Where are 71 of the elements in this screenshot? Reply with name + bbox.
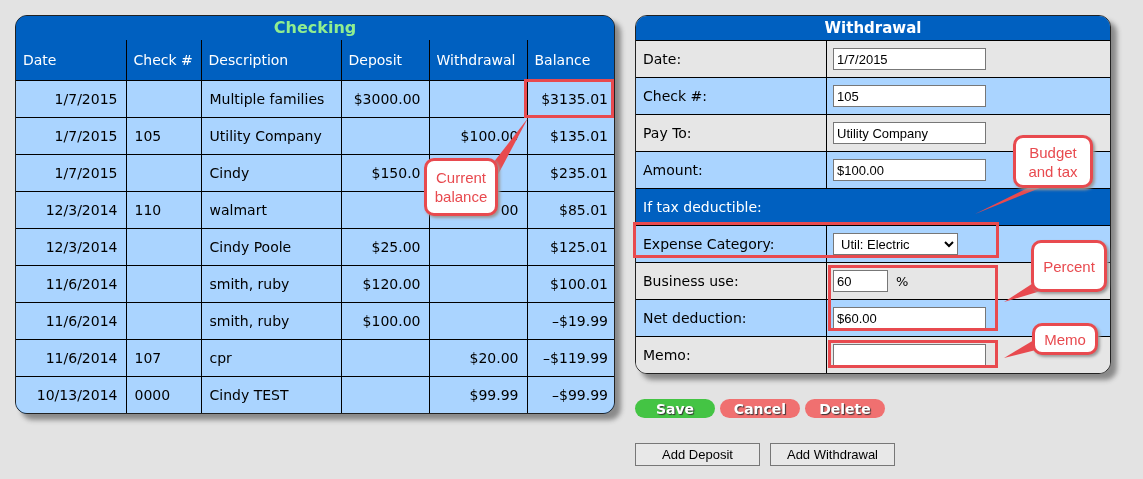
table-cell: $20.00: [469, 350, 519, 366]
input-field[interactable]: 1/7/2015: [833, 48, 986, 70]
table-cell: 11/6/2014: [45, 350, 118, 366]
table-cell: smith, ruby: [209, 276, 290, 292]
table-cell: $3000.00: [353, 91, 421, 107]
panel-title: Withdrawal: [636, 16, 1110, 40]
column-header[interactable]: Withdrawal: [429, 40, 527, 81]
table-cell: Utility Company: [209, 128, 322, 144]
table-cell: 1/7/2015: [54, 128, 118, 144]
table-cell: 00: [500, 202, 519, 218]
field-label: Check #:: [643, 88, 707, 104]
field-label: Pay To:: [643, 125, 692, 141]
table-cell: Multiple families: [209, 91, 325, 107]
input-field[interactable]: $100.00: [833, 159, 986, 181]
table-cell: $120.00: [362, 276, 421, 292]
column-header[interactable]: Balance: [527, 40, 614, 81]
callout: Current balance: [424, 158, 498, 216]
table-cell: Cindy: [209, 165, 250, 181]
input-field[interactable]: $60.00: [833, 307, 986, 329]
table-cell: $100.01: [550, 276, 608, 292]
field-label: Expense Category:: [643, 236, 775, 252]
column-header[interactable]: Date: [16, 40, 126, 81]
table-cell: –$19.99: [552, 313, 608, 329]
field-label: Net deduction:: [643, 310, 747, 326]
table-cell: 11/6/2014: [45, 276, 118, 292]
table-cell: $125.01: [550, 239, 608, 255]
field-label: Business use:: [643, 273, 739, 289]
table-cell: 10/13/2014: [36, 387, 118, 403]
table-cell: 110: [134, 202, 162, 218]
table-cell: cpr: [209, 350, 232, 366]
table-cell: 11/6/2014: [45, 313, 118, 329]
table-cell: $100.00: [362, 313, 421, 329]
table-cell: $235.01: [550, 165, 608, 181]
table-cell: $150.0: [371, 165, 421, 181]
column-header[interactable]: Deposit: [341, 40, 429, 81]
table-cell: 0000: [134, 387, 171, 403]
input-field[interactable]: 60: [833, 270, 888, 292]
field-label: Memo:: [643, 347, 691, 363]
panel-title: Checking: [16, 16, 614, 40]
callout: Budget and tax: [1013, 135, 1093, 188]
field-label: Amount:: [643, 162, 703, 178]
table-cell: walmart: [209, 202, 267, 218]
table-cell: 12/3/2014: [45, 202, 118, 218]
table-cell: Cindy Poole: [209, 239, 292, 255]
callout: Percent: [1031, 240, 1107, 292]
add-withdrawal-button[interactable]: Add Withdrawal: [770, 443, 895, 466]
table-cell: –$119.99: [543, 350, 608, 366]
input-field[interactable]: Utility Company: [833, 122, 986, 144]
table-cell: Cindy TEST: [209, 387, 289, 403]
column-header[interactable]: Description: [201, 40, 341, 81]
column-header[interactable]: Check #: [126, 40, 201, 81]
table-cell: 12/3/2014: [45, 239, 118, 255]
unit-label: %: [896, 273, 909, 289]
input-field[interactable]: [833, 344, 986, 366]
table-cell: 1/7/2015: [54, 91, 118, 107]
table-cell: $85.01: [559, 202, 608, 218]
table-cell: –$99.99: [552, 387, 608, 403]
table-cell: 105: [134, 128, 162, 144]
table-cell: $3135.01: [541, 91, 608, 107]
field-label: Date:: [643, 51, 682, 67]
callout: Memo: [1032, 323, 1098, 355]
table-cell: 107: [134, 350, 162, 366]
category-dropdown[interactable]: Util: Electric: [833, 233, 958, 255]
add-deposit-button[interactable]: Add Deposit: [635, 443, 760, 466]
table-cell: $99.99: [469, 387, 519, 403]
table-cell: $25.00: [371, 239, 421, 255]
table-cell: $135.01: [550, 128, 608, 144]
table-cell: smith, ruby: [209, 313, 290, 329]
table-cell: 1/7/2015: [54, 165, 118, 181]
section-header: If tax deductible:: [636, 188, 1110, 225]
input-field[interactable]: 105: [833, 85, 986, 107]
